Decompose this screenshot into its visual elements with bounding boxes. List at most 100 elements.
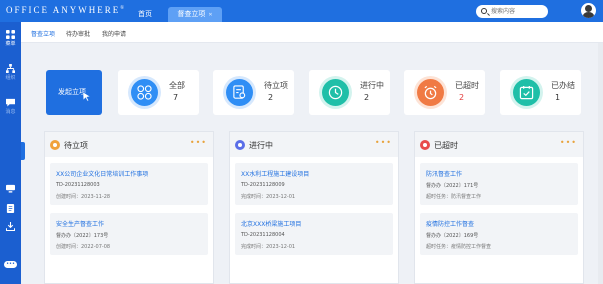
task-title[interactable]: 安全生产督查工作 xyxy=(56,219,104,228)
task-time: 完成时间：2023-12-01 xyxy=(241,244,296,250)
sidebar-item-download[interactable] xyxy=(0,222,21,231)
sidebar-collapse-handle[interactable] xyxy=(21,142,25,160)
top-bar: OFFICE ANYWHERE® 首页 督查立项 ✕ xyxy=(0,0,603,22)
task-card[interactable]: 疫情防控工作督查 督办办〔2022〕169号 超时任务：疫情防控工作督查 xyxy=(420,213,578,255)
task-time: 超时任务：疫情防控工作督查 xyxy=(426,244,492,250)
pointer-icon xyxy=(82,91,91,102)
download-icon xyxy=(6,222,15,231)
sidebar-item-messages[interactable]: 消息 xyxy=(0,98,21,115)
stat-card-in-progress[interactable]: 进行中 2 xyxy=(309,70,390,115)
org-icon xyxy=(6,64,15,73)
stat-count: 2 xyxy=(268,93,274,102)
task-title[interactable]: XX公司企业文化日常培训工作事项 xyxy=(56,169,148,178)
avatar-head-shape xyxy=(585,5,592,12)
sub-tab-bar: 督查立项 待办审批 我的申请 xyxy=(21,22,603,43)
more-icon[interactable]: ••• xyxy=(375,138,392,147)
stat-name: 全部 xyxy=(169,81,185,90)
avatar-body-shape xyxy=(583,12,594,18)
tab-home[interactable]: 首页 xyxy=(128,7,162,22)
stat-count: 2 xyxy=(364,93,370,102)
sidebar-item-more[interactable]: ••• xyxy=(0,259,21,268)
task-card[interactable]: XX水利工程施工建设项目 TD-20231128009 完成时间：2023-12… xyxy=(235,163,393,205)
status-dot-icon xyxy=(50,140,60,150)
task-time: 创建时间：2023-11-28 xyxy=(56,194,111,200)
stat-card-pending[interactable]: 待立项 2 xyxy=(213,70,294,115)
document-icon xyxy=(6,204,15,213)
task-title[interactable]: 防汛督查工作 xyxy=(426,169,462,178)
sidebar-item-menu[interactable]: 菜单 xyxy=(0,30,21,47)
sidebar: 菜单 组织 消息 ••• xyxy=(0,22,21,284)
tab-pending-approval[interactable]: 待办审批 xyxy=(66,29,90,38)
task-card[interactable]: XX公司企业文化日常培训工作事项 TD-20231128003 创建时间：202… xyxy=(50,163,208,205)
sidebar-item-document[interactable] xyxy=(0,204,21,213)
column-header: 待立项 ••• xyxy=(45,132,213,157)
column-pending: 待立项 ••• XX公司企业文化日常培训工作事项 TD-20231128003 … xyxy=(44,131,214,284)
alarm-icon xyxy=(417,79,444,106)
tab-my-applications[interactable]: 我的申请 xyxy=(102,29,126,38)
task-title[interactable]: 疫情防控工作督查 xyxy=(426,219,474,228)
stat-name: 已超时 xyxy=(455,81,479,90)
close-icon[interactable]: ✕ xyxy=(208,12,212,18)
tab-supervision-project[interactable]: 督查立项 ✕ xyxy=(168,7,222,22)
document-search-icon xyxy=(226,79,253,106)
stat-card-overdue[interactable]: 已超时 2 xyxy=(404,70,485,115)
clock-icon xyxy=(322,79,349,106)
launch-project-button[interactable]: 发起立项 xyxy=(46,70,102,115)
logo-mark: ® xyxy=(120,6,125,11)
column-header: 进行中 ••• xyxy=(230,132,398,157)
sidebar-item-label: 消息 xyxy=(5,109,16,115)
tab-supervision-label: 督查立项 xyxy=(177,10,206,18)
search-box[interactable] xyxy=(476,5,548,18)
stat-name: 待立项 xyxy=(264,81,288,90)
task-time: 超时任务：防汛督查工作 xyxy=(426,194,482,200)
monitor-icon xyxy=(6,184,15,193)
logo-text: OFFICE ANYWHERE xyxy=(6,5,121,15)
stat-name: 已办结 xyxy=(551,81,575,90)
task-time: 完成时间：2023-12-01 xyxy=(241,194,296,200)
task-card[interactable]: 北京XXX桥梁施工项目 TD-20231128004 完成时间：2023-12-… xyxy=(235,213,393,255)
more-icon[interactable]: ••• xyxy=(190,138,207,147)
status-dot-icon xyxy=(235,140,245,150)
calendar-check-icon xyxy=(513,79,540,106)
apps-icon xyxy=(131,79,158,106)
column-header: 已超时 ••• xyxy=(415,132,583,157)
message-icon xyxy=(6,98,15,107)
app-logo[interactable]: OFFICE ANYWHERE® xyxy=(6,5,124,15)
search-icon[interactable] xyxy=(481,8,487,14)
task-code: TD-20231128004 xyxy=(241,232,285,238)
column-title: 已超时 xyxy=(434,141,458,150)
stat-count: 1 xyxy=(555,93,561,102)
task-time: 创建时间：2022-07-08 xyxy=(56,244,111,250)
task-code: TD-20231128009 xyxy=(241,182,285,188)
sidebar-item-label: 菜单 xyxy=(5,41,16,47)
tab-home-label: 首页 xyxy=(138,10,152,18)
stat-card-all[interactable]: 全部 7 xyxy=(118,70,199,115)
task-code: 督办办〔2022〕173号 xyxy=(56,233,109,239)
sidebar-item-monitor[interactable] xyxy=(0,184,21,193)
more-icon: ••• xyxy=(4,261,17,268)
task-title[interactable]: XX水利工程施工建设项目 xyxy=(241,169,309,178)
task-card[interactable]: 防汛督查工作 督办办〔2022〕171号 超时任务：防汛督查工作 xyxy=(420,163,578,205)
more-icon[interactable]: ••• xyxy=(560,138,577,147)
stat-name: 进行中 xyxy=(360,81,384,90)
stat-count: 2 xyxy=(459,93,465,102)
stat-card-completed[interactable]: 已办结 1 xyxy=(500,70,581,115)
stat-count: 7 xyxy=(173,93,179,102)
column-in-progress: 进行中 ••• XX水利工程施工建设项目 TD-20231128009 完成时间… xyxy=(229,131,399,284)
column-overdue: 已超时 ••• 防汛督查工作 督办办〔2022〕171号 超时任务：防汛督查工作… xyxy=(414,131,584,284)
task-code: 督办办〔2022〕171号 xyxy=(426,183,479,189)
scrollbar[interactable] xyxy=(598,43,603,284)
tab-supervision[interactable]: 督查立项 xyxy=(31,29,55,38)
status-dot-icon xyxy=(420,140,430,150)
column-title: 待立项 xyxy=(64,141,88,150)
sidebar-item-label: 组织 xyxy=(5,75,16,81)
sidebar-item-org[interactable]: 组织 xyxy=(0,64,21,81)
task-card[interactable]: 安全生产督查工作 督办办〔2022〕173号 创建时间：2022-07-08 xyxy=(50,213,208,255)
column-title: 进行中 xyxy=(249,141,273,150)
search-input[interactable] xyxy=(491,6,545,17)
task-code: 督办办〔2022〕169号 xyxy=(426,233,479,239)
task-title[interactable]: 北京XXX桥梁施工项目 xyxy=(241,219,301,228)
grid-icon xyxy=(6,30,15,39)
user-avatar[interactable] xyxy=(581,3,596,18)
task-code: TD-20231128003 xyxy=(56,182,100,188)
